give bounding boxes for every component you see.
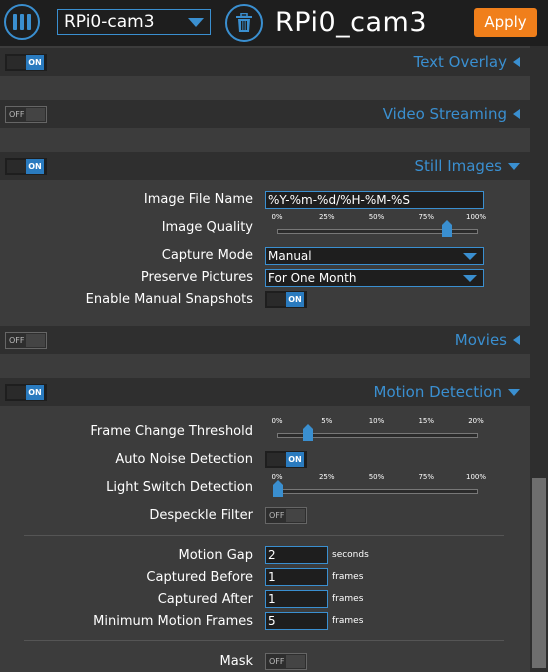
motion-detection-toggle[interactable]: ON: [5, 384, 47, 401]
slider-tick: 5%: [321, 417, 333, 425]
section-still-images[interactable]: ON Still Images: [0, 152, 530, 180]
section-title-text-overlay[interactable]: Text Overlay: [414, 48, 520, 76]
section-text-overlay[interactable]: ON Text Overlay: [0, 48, 530, 76]
min-motion-frames-unit: frames: [332, 616, 364, 626]
image-file-name-input[interactable]: %Y-%m-%d/%H-%M-%S: [265, 191, 484, 209]
slider-tick: 100%: [465, 473, 487, 481]
divider: [24, 535, 504, 536]
motion-gap-input[interactable]: 2: [265, 546, 328, 564]
chevron-down-icon: [188, 18, 204, 27]
image-file-name-label: Image File Name: [143, 192, 253, 207]
slider-tick: 10%: [368, 417, 385, 425]
preserve-pictures-label: Preserve Pictures: [140, 270, 253, 285]
apply-button[interactable]: Apply: [474, 8, 537, 37]
captured-before-label: Captured Before: [146, 570, 253, 585]
capture-mode-select[interactable]: Manual: [265, 247, 484, 265]
expanded-arrow-icon: [508, 388, 520, 396]
scrollbar[interactable]: [530, 46, 548, 672]
slider-handle[interactable]: [273, 480, 283, 497]
camera-select-value: RPi0-cam3: [64, 12, 155, 32]
chevron-down-icon: [463, 275, 477, 282]
capture-mode-value: Manual: [268, 249, 312, 263]
motion-gap-label: Motion Gap: [178, 548, 254, 563]
collapsed-arrow-icon: [513, 109, 520, 119]
slider-tick: 50%: [368, 473, 385, 481]
slider-tick: 75%: [418, 473, 435, 481]
section-title-still-images[interactable]: Still Images: [415, 152, 520, 180]
menu-icon[interactable]: [4, 4, 40, 40]
still-images-toggle[interactable]: ON: [5, 158, 47, 175]
camera-title: RPi0_cam3: [275, 7, 427, 38]
frame-change-threshold-label: Frame Change Threshold: [90, 424, 253, 439]
slider-tick: 0%: [271, 417, 283, 425]
min-motion-frames-input[interactable]: 5: [265, 612, 328, 630]
captured-before-unit: frames: [332, 572, 364, 582]
section-title-motion-detection[interactable]: Motion Detection: [374, 378, 520, 406]
captured-after-input[interactable]: 1: [265, 590, 328, 608]
slider-tick: 75%: [418, 213, 435, 221]
light-switch-label: Light Switch Detection: [106, 480, 253, 495]
manual-snapshots-toggle[interactable]: ON: [265, 291, 307, 308]
mask-label: Mask: [219, 654, 253, 669]
captured-after-unit: frames: [332, 594, 364, 604]
captured-before-input[interactable]: 1: [265, 568, 328, 586]
frame-change-threshold-slider[interactable]: 0% 5% 10% 15% 20%: [270, 417, 484, 445]
slider-tick: 20%: [468, 417, 484, 425]
slider-handle[interactable]: [442, 220, 453, 237]
capture-mode-label: Capture Mode: [161, 248, 253, 263]
auto-noise-label: Auto Noise Detection: [115, 452, 253, 467]
scrollbar-thumb[interactable]: [532, 478, 546, 668]
collapsed-arrow-icon: [513, 57, 520, 67]
section-movies[interactable]: OFF Movies: [0, 326, 530, 354]
slider-tick: 0%: [271, 213, 283, 221]
auto-noise-toggle[interactable]: ON: [265, 451, 307, 468]
section-title-movies[interactable]: Movies: [455, 326, 520, 354]
text-overlay-toggle[interactable]: ON: [5, 54, 47, 71]
slider-track[interactable]: [277, 489, 478, 494]
captured-after-label: Captured After: [157, 592, 253, 607]
top-bar: RPi0-cam3 RPi0_cam3 Apply: [0, 0, 548, 46]
slider-tick: 50%: [368, 213, 385, 221]
preserve-pictures-value: For One Month: [268, 271, 357, 285]
chevron-down-icon: [463, 253, 477, 260]
expanded-arrow-icon: [508, 162, 520, 170]
preserve-pictures-select[interactable]: For One Month: [265, 269, 484, 287]
delete-camera-icon[interactable]: [225, 4, 263, 42]
light-switch-slider[interactable]: 0% 25% 50% 75% 100%: [270, 473, 486, 501]
video-streaming-toggle[interactable]: OFF: [5, 106, 47, 123]
collapsed-arrow-icon: [513, 335, 520, 345]
divider: [24, 640, 504, 641]
slider-tick: 100%: [465, 213, 487, 221]
section-motion-detection[interactable]: ON Motion Detection: [0, 378, 530, 406]
section-title-video-streaming[interactable]: Video Streaming: [383, 100, 520, 128]
slider-handle[interactable]: [302, 424, 313, 441]
slider-tick: 25%: [318, 213, 335, 221]
despeckle-toggle[interactable]: OFF: [265, 507, 307, 524]
image-quality-label: Image Quality: [161, 220, 253, 235]
slider-tick: 25%: [318, 473, 335, 481]
despeckle-label: Despeckle Filter: [149, 508, 253, 523]
movies-toggle[interactable]: OFF: [5, 332, 47, 349]
motion-gap-unit: seconds: [332, 550, 369, 560]
image-quality-slider[interactable]: 0% 25% 50% 75% 100%: [270, 213, 486, 241]
section-video-streaming[interactable]: OFF Video Streaming: [0, 100, 530, 128]
manual-snapshots-label: Enable Manual Snapshots: [85, 292, 253, 307]
camera-select[interactable]: RPi0-cam3: [57, 9, 211, 35]
settings-panel: ON Text Overlay OFF Video Streaming ON S…: [0, 46, 548, 672]
slider-tick: 15%: [418, 417, 435, 425]
mask-toggle[interactable]: OFF: [265, 653, 307, 670]
min-motion-frames-label: Minimum Motion Frames: [93, 614, 253, 629]
